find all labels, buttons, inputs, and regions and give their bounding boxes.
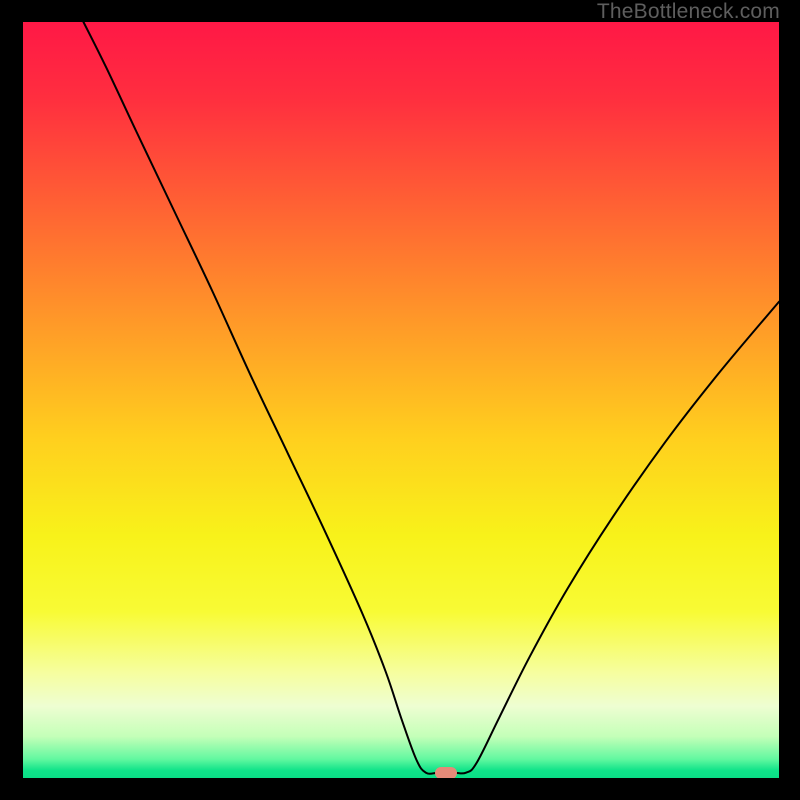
watermark-text: TheBottleneck.com: [597, 0, 780, 24]
chart-area: [23, 22, 779, 778]
optimum-marker: [435, 767, 457, 778]
chart-background-gradient: [23, 22, 779, 778]
outer-frame: TheBottleneck.com: [0, 0, 800, 800]
